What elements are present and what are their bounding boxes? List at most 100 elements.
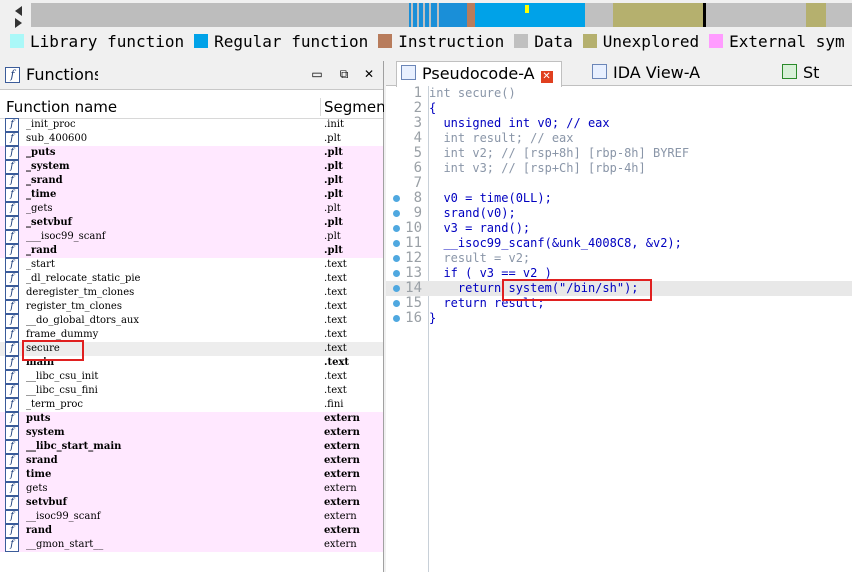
function-name: deregister_tm_clones	[26, 287, 135, 298]
function-row[interactable]: f rand extern	[0, 524, 383, 538]
function-row[interactable]: f _init_proc .init	[0, 118, 383, 132]
function-row[interactable]: f _start .text	[0, 258, 383, 272]
code-text: }	[429, 311, 437, 325]
code-line[interactable]: 16}	[386, 311, 852, 326]
function-name: setvbuf	[26, 497, 67, 508]
code-line[interactable]: 6 int v3; // [rsp+Ch] [rbp-4h]	[386, 161, 852, 176]
strings-icon	[782, 64, 797, 79]
code-line[interactable]: 13 if ( v3 == v2 )	[386, 266, 852, 281]
function-row[interactable]: f secure .text	[0, 342, 383, 356]
function-row[interactable]: f __libc_csu_init .text	[0, 370, 383, 384]
function-row[interactable]: f _gets .plt	[0, 202, 383, 216]
line-number: 15	[405, 295, 422, 311]
legend-label: Regular function	[214, 32, 369, 51]
code-line[interactable]: 11 __isoc99_scanf(&unk_4008C8, &v2);	[386, 236, 852, 251]
function-name: _start	[26, 259, 55, 270]
function-name: main	[26, 357, 55, 368]
function-row[interactable]: f frame_dummy .text	[0, 328, 383, 342]
code-line[interactable]: 1 int secure()	[386, 86, 852, 101]
code-text: if ( v3 == v2 )	[429, 266, 552, 280]
function-row[interactable]: f sub_400600 .plt	[0, 132, 383, 146]
function-row[interactable]: f __libc_start_main extern	[0, 440, 383, 454]
line-number: 7	[413, 175, 422, 191]
function-row[interactable]: f _srand .plt	[0, 174, 383, 188]
code-line[interactable]: 9 srand(v0);	[386, 206, 852, 221]
tab-ida-view-a[interactable]: IDA View-A	[592, 61, 700, 85]
function-segment: extern	[324, 455, 360, 466]
function-name: puts	[26, 413, 51, 424]
function-row[interactable]: f _rand .plt	[0, 244, 383, 258]
function-row[interactable]: f setvbuf extern	[0, 496, 383, 510]
function-segment: .init	[324, 119, 345, 130]
code-line[interactable]: 3 unsigned int v0; // eax	[386, 116, 852, 131]
function-icon: f	[5, 230, 19, 244]
function-segment: extern	[324, 441, 360, 452]
function-row[interactable]: f ___isoc99_scanf .plt	[0, 230, 383, 244]
legend-label: External sym	[729, 32, 845, 51]
pseudocode-text[interactable]: 1 int secure() 2{3 unsigned int v0; // eax…	[386, 86, 852, 326]
function-row[interactable]: f puts extern	[0, 412, 383, 426]
function-row[interactable]: f _system .plt	[0, 160, 383, 174]
function-row[interactable]: f srand extern	[0, 454, 383, 468]
float-window-icon[interactable]: ⧉	[337, 67, 351, 81]
code-line[interactable]: 7	[386, 176, 852, 191]
tab-pseudocode-a[interactable]: Pseudocode-A ✕	[396, 61, 562, 87]
code-line[interactable]: 15 return result;	[386, 296, 852, 311]
function-row[interactable]: f register_tm_clones .text	[0, 300, 383, 314]
code-line[interactable]: 12 result = v2;	[386, 251, 852, 266]
function-row[interactable]: f gets extern	[0, 482, 383, 496]
left-arrow-icon[interactable]	[15, 6, 22, 16]
column-segment[interactable]: Segment	[320, 98, 384, 116]
function-row[interactable]: f main .text	[0, 356, 383, 370]
function-row[interactable]: f _setvbuf .plt	[0, 216, 383, 230]
function-name: rand	[26, 525, 53, 536]
function-segment: .text	[324, 343, 347, 354]
function-icon: f	[5, 286, 19, 300]
function-row[interactable]: f _dl_relocate_static_pie .text	[0, 272, 383, 286]
function-row[interactable]: f __do_global_dtors_aux .text	[0, 314, 383, 328]
line-number: 13	[405, 265, 422, 281]
nav-scroll-arrows[interactable]	[12, 4, 26, 28]
code-text: unsigned int v0; // eax	[429, 116, 610, 130]
legend-label: Library function	[30, 32, 185, 51]
function-row[interactable]: f time extern	[0, 468, 383, 482]
function-icon: f	[5, 356, 19, 370]
code-line[interactable]: 4 int result; // eax	[386, 131, 852, 146]
legend-label: Instruction	[398, 32, 505, 51]
function-icon: f	[5, 300, 19, 314]
function-row[interactable]: f _term_proc .fini	[0, 398, 383, 412]
code-line[interactable]: 14 return system("/bin/sh");	[386, 281, 852, 296]
code-line[interactable]: 5 int v2; // [rsp+8h] [rbp-8h] BYREF	[386, 146, 852, 161]
navigation-strip[interactable]	[31, 3, 852, 27]
line-number: 10	[405, 220, 422, 236]
code-line[interactable]: 10 v3 = rand();	[386, 221, 852, 236]
functions-panel-title[interactable]: Functions	[26, 65, 98, 84]
function-row[interactable]: f deregister_tm_clones .text	[0, 286, 383, 300]
close-icon[interactable]: ✕	[362, 67, 376, 81]
tab-strings[interactable]: St	[782, 61, 819, 85]
disassembly-icon	[592, 64, 607, 79]
function-row[interactable]: f _time .plt	[0, 188, 383, 202]
function-name: _puts	[26, 147, 56, 158]
function-row[interactable]: f __isoc99_scanf extern	[0, 510, 383, 524]
minimize-icon[interactable]: ▭	[310, 67, 324, 81]
function-name: __gmon_start__	[26, 539, 104, 550]
function-segment: .plt	[324, 217, 343, 228]
function-row[interactable]: f __gmon_start__ extern	[0, 538, 383, 552]
function-row[interactable]: f system extern	[0, 426, 383, 440]
code-text: int v3; // [rsp+Ch] [rbp-4h]	[429, 161, 646, 175]
column-function-name[interactable]: Function name	[6, 98, 117, 116]
function-row[interactable]: f __libc_csu_fini .text	[0, 384, 383, 398]
line-number: 11	[405, 235, 422, 251]
right-arrow-icon[interactable]	[15, 18, 22, 28]
close-tab-icon[interactable]: ✕	[540, 71, 553, 83]
code-text: result = v2;	[429, 251, 531, 265]
code-line[interactable]: 8 v0 = time(0LL);	[386, 191, 852, 206]
view-tab-bar: Pseudocode-A ✕ IDA View-A St	[386, 61, 852, 87]
function-icon: f	[5, 118, 19, 132]
function-row[interactable]: f _puts .plt	[0, 146, 383, 160]
function-segment: .text	[324, 329, 347, 340]
code-text: int result; // eax	[429, 131, 574, 145]
legend-item: Unexplored	[582, 32, 699, 51]
code-line[interactable]: 2{	[386, 101, 852, 116]
